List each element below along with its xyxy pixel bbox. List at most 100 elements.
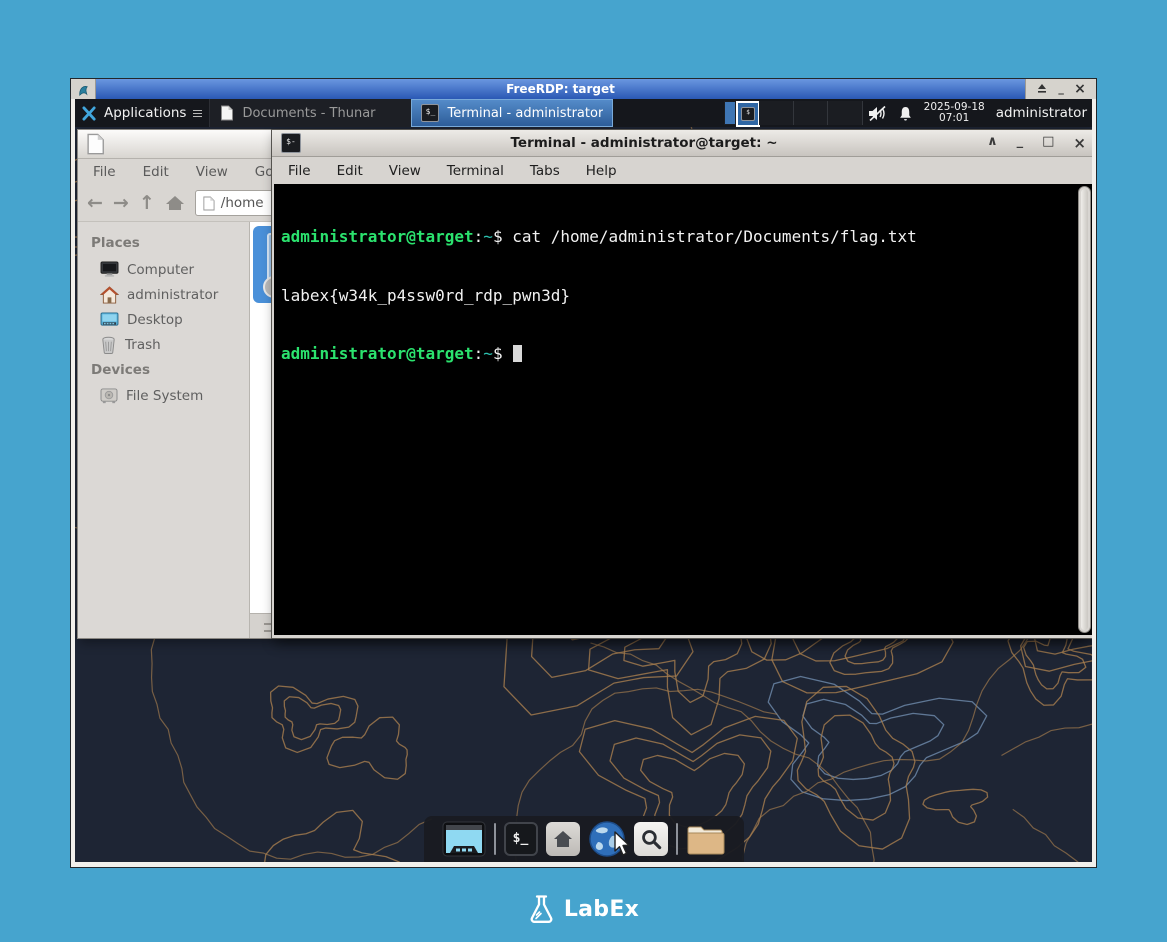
terminal-window: $- Terminal - administrator@target: ~ ∧ … bbox=[271, 129, 1092, 639]
computer-icon bbox=[100, 261, 119, 278]
menu-help[interactable]: Help bbox=[586, 163, 617, 179]
terminal-line-command: administrator@target:~$ cat /home/admini… bbox=[281, 227, 1092, 247]
sidebar-item-computer[interactable]: Computer bbox=[78, 257, 249, 282]
freerdp-window-controls: _ × bbox=[1025, 79, 1096, 99]
pager-window-terminal: $ bbox=[736, 101, 760, 127]
sidebar-item-label: File System bbox=[126, 388, 203, 404]
shade-icon[interactable]: ∧ bbox=[987, 134, 998, 152]
menu-file[interactable]: File bbox=[288, 163, 311, 179]
menu-view[interactable]: View bbox=[389, 163, 421, 179]
document-icon bbox=[202, 196, 215, 211]
flask-icon bbox=[528, 894, 555, 924]
forward-icon[interactable]: → bbox=[113, 193, 129, 213]
panel-clock[interactable]: 2025-09-18 07:01 bbox=[924, 102, 985, 124]
audio-muted-icon[interactable] bbox=[868, 105, 887, 122]
freerdp-window: FreeRDP: target _ × Applications bbox=[70, 78, 1097, 868]
show-desktop-icon bbox=[442, 821, 486, 857]
sidebar-item-label: Desktop bbox=[127, 312, 183, 328]
dock-app-finder-button[interactable] bbox=[634, 822, 668, 856]
terminal-line-output: labex{w34k_p4ssw0rd_rdp_pwn3d} bbox=[281, 286, 1092, 306]
terminal-title: Terminal - administrator@target: ~ bbox=[309, 135, 979, 151]
workspace-1[interactable]: $ bbox=[724, 101, 759, 125]
show-desktop-button[interactable] bbox=[442, 821, 486, 857]
terminal-icon: $- bbox=[281, 133, 301, 153]
labex-brand: LabEx bbox=[0, 894, 1167, 924]
sidebar-item-filesystem[interactable]: File System bbox=[78, 384, 249, 408]
taskbar-item-terminal[interactable]: $_ Terminal - administrator... bbox=[411, 99, 613, 127]
sidebar-item-label: administrator bbox=[127, 287, 218, 303]
sidebar-item-desktop[interactable]: Desktop bbox=[78, 308, 249, 332]
menu-terminal[interactable]: Terminal bbox=[447, 163, 504, 179]
home-folder-icon bbox=[100, 286, 119, 304]
dock-separator bbox=[494, 823, 496, 855]
terminal-window-controls: ∧ _ □ × bbox=[987, 134, 1086, 152]
dock: $_ bbox=[424, 816, 744, 862]
menu-edit[interactable]: Edit bbox=[143, 164, 169, 180]
xfce-panel: Applications Documents - Thunar $_ Termi… bbox=[75, 99, 1092, 127]
workspace-3[interactable] bbox=[794, 101, 829, 125]
document-icon bbox=[219, 105, 234, 121]
workspace-2[interactable] bbox=[759, 101, 794, 125]
dock-terminal-button[interactable]: $_ bbox=[504, 822, 538, 856]
folder-icon bbox=[686, 823, 726, 856]
sidebar-item-label: Trash bbox=[125, 337, 161, 353]
terminal-screen[interactable]: administrator@target:~$ cat /home/admini… bbox=[274, 184, 1092, 635]
workspace-4[interactable] bbox=[828, 101, 863, 125]
maximize-icon[interactable]: □ bbox=[1042, 134, 1054, 152]
workspace-pager[interactable]: $ bbox=[724, 101, 863, 125]
taskbar-item-label: Terminal - administrator... bbox=[447, 106, 603, 121]
terminal-cursor bbox=[513, 345, 522, 362]
menu-view[interactable]: View bbox=[196, 164, 228, 180]
panel-status-area: 2025-09-18 07:01 administrator bbox=[868, 102, 1092, 124]
minimize-icon[interactable]: _ bbox=[1058, 84, 1064, 94]
taskbar-item-label: Documents - Thunar bbox=[242, 106, 375, 121]
home-icon[interactable] bbox=[165, 194, 185, 212]
remote-screen: Applications Documents - Thunar $_ Termi… bbox=[75, 99, 1092, 862]
menu-edit[interactable]: Edit bbox=[337, 163, 363, 179]
sidebar-item-trash[interactable]: Trash bbox=[78, 332, 249, 358]
pager-window-thunar bbox=[725, 102, 735, 124]
terminal-titlebar[interactable]: $- Terminal - administrator@target: ~ ∧ … bbox=[272, 130, 1092, 157]
taskbar-item-thunar[interactable]: Documents - Thunar bbox=[209, 99, 411, 127]
terminal-icon: $_ bbox=[421, 104, 439, 122]
sidebar-item-home[interactable]: administrator bbox=[78, 282, 249, 308]
terminal-icon: $ bbox=[741, 107, 755, 121]
page: FreeRDP: target _ × Applications bbox=[0, 0, 1167, 942]
dock-folder-button[interactable] bbox=[686, 823, 726, 856]
applications-menu-button[interactable]: Applications bbox=[75, 99, 209, 127]
document-icon bbox=[85, 133, 105, 155]
dock-separator bbox=[676, 823, 678, 855]
close-icon[interactable]: × bbox=[1074, 84, 1086, 94]
brand-text: LabEx bbox=[564, 897, 639, 922]
trash-icon bbox=[100, 336, 117, 354]
home-icon bbox=[553, 830, 573, 848]
freerdp-frame: Applications Documents - Thunar $_ Termi… bbox=[71, 99, 1096, 867]
desktop: File Edit View Go Bookmarks ← → ↑ bbox=[75, 127, 1092, 862]
close-icon[interactable]: × bbox=[1073, 134, 1086, 152]
desktop-icon bbox=[100, 312, 119, 328]
dock-file-manager-button[interactable] bbox=[546, 822, 580, 856]
shade-icon[interactable] bbox=[1036, 83, 1048, 95]
up-icon[interactable]: ↑ bbox=[139, 193, 155, 213]
applications-label: Applications bbox=[104, 105, 186, 121]
menu-file[interactable]: File bbox=[93, 164, 116, 180]
sidebar-item-label: Computer bbox=[127, 262, 194, 278]
menu-tabs[interactable]: Tabs bbox=[530, 163, 560, 179]
notification-bell-icon[interactable] bbox=[898, 105, 913, 122]
panel-user-label: administrator bbox=[996, 105, 1087, 121]
freerdp-title: FreeRDP: target bbox=[96, 79, 1025, 99]
minimize-icon[interactable]: _ bbox=[1017, 134, 1024, 152]
x-logo-icon bbox=[82, 106, 97, 121]
back-icon[interactable]: ← bbox=[87, 193, 103, 213]
mouse-cursor-icon bbox=[613, 831, 635, 857]
thunar-sidebar: Places Computer administrator bbox=[78, 222, 250, 638]
menu-lines-icon bbox=[193, 108, 202, 119]
clock-time: 07:01 bbox=[924, 113, 985, 124]
freerdp-app-icon bbox=[71, 79, 96, 99]
terminal-line-prompt: administrator@target:~$ bbox=[281, 344, 1092, 364]
freerdp-titlebar[interactable]: FreeRDP: target _ × bbox=[71, 79, 1096, 99]
harddrive-icon bbox=[100, 388, 118, 404]
terminal-scrollbar[interactable] bbox=[1078, 186, 1091, 633]
places-header: Places bbox=[78, 231, 249, 257]
search-icon bbox=[640, 828, 662, 850]
